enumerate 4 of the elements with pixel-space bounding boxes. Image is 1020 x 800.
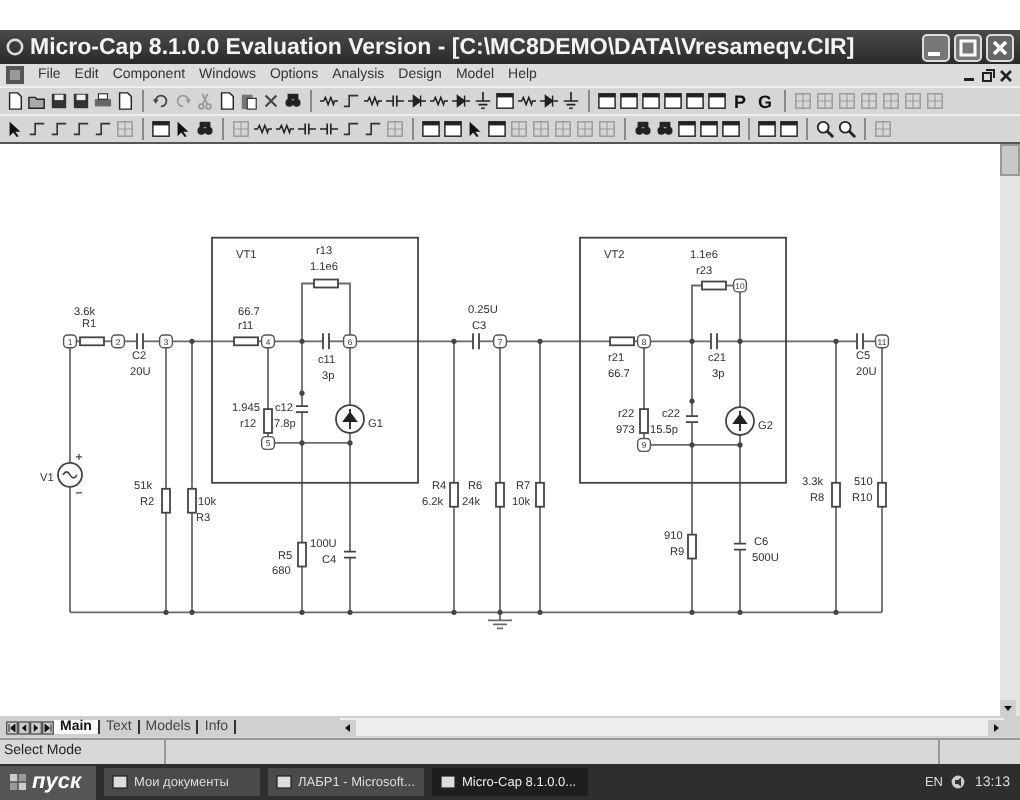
start-button[interactable]: пуск [0,765,96,799]
toolbar-button[interactable]: P [730,91,751,111]
toolbar-button[interactable]: G [754,91,777,111]
window-title: Micro-Cap 8.1.0.0 Evaluation Version - [C:\MC8DEMO\DATA\Vresameqv.CIR] [30,35,857,59]
